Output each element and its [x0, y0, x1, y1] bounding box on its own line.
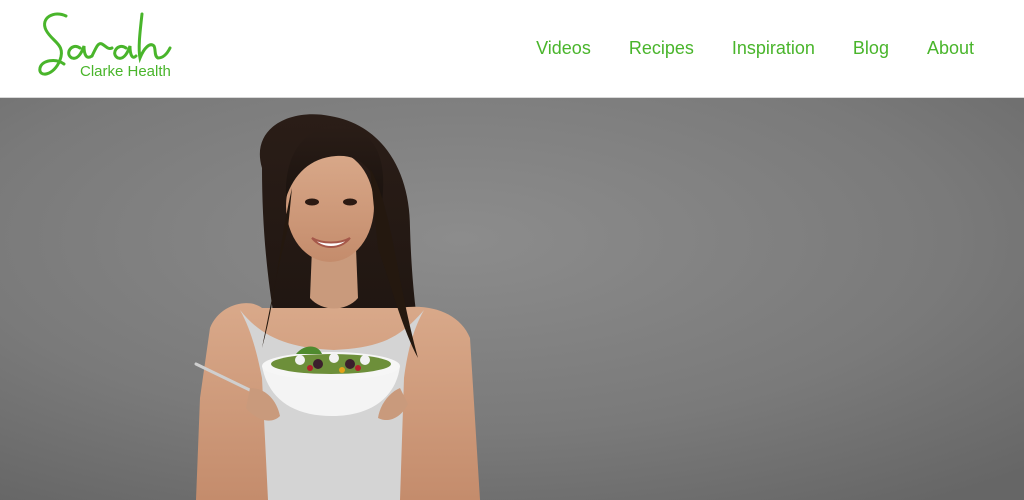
- nav-item-blog[interactable]: Blog: [853, 36, 889, 60]
- site-header: Clarke Health Videos Recipes Inspiration…: [0, 0, 1024, 98]
- nav-item-about[interactable]: About: [927, 36, 974, 60]
- brand-logo-link[interactable]: Clarke Health: [36, 8, 196, 88]
- nav-item-recipes[interactable]: Recipes: [629, 36, 694, 60]
- hero-banner: [0, 98, 1024, 500]
- nav-item-inspiration[interactable]: Inspiration: [732, 36, 815, 60]
- main-nav: Videos Recipes Inspiration Blog About: [498, 36, 974, 60]
- hero-photo: [0, 98, 1024, 500]
- nav-item-videos[interactable]: Videos: [536, 36, 591, 60]
- brand-subtitle: Clarke Health: [80, 63, 171, 80]
- concrete-wall: [0, 98, 1024, 500]
